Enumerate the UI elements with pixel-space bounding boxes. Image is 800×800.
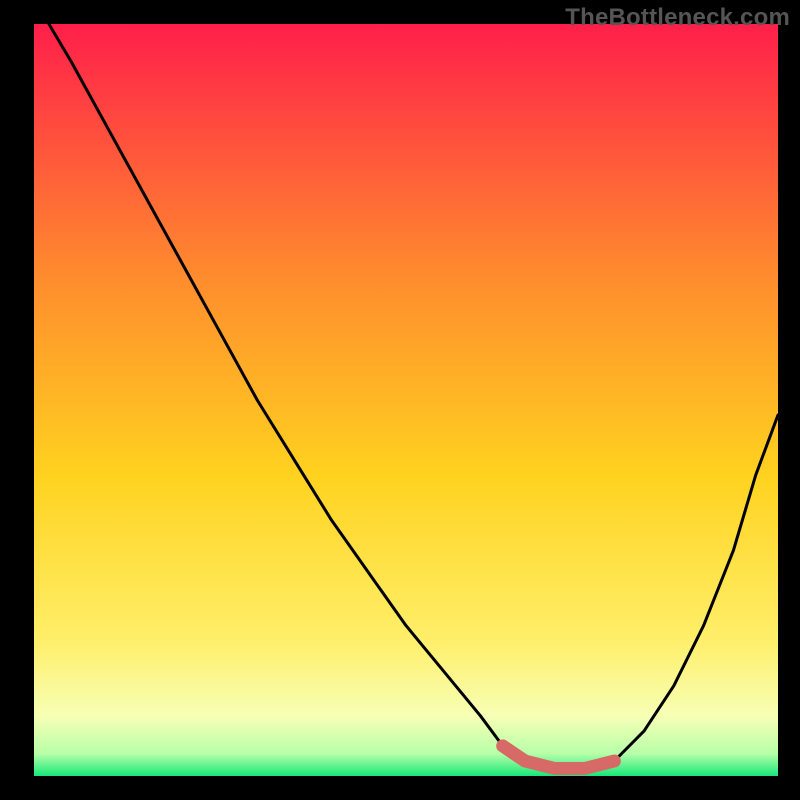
chart-svg [34, 24, 778, 776]
watermark-text: TheBottleneck.com [565, 4, 790, 32]
plot-area [34, 24, 778, 776]
chart-frame: TheBottleneck.com [0, 0, 800, 800]
gradient-bg [34, 24, 778, 776]
